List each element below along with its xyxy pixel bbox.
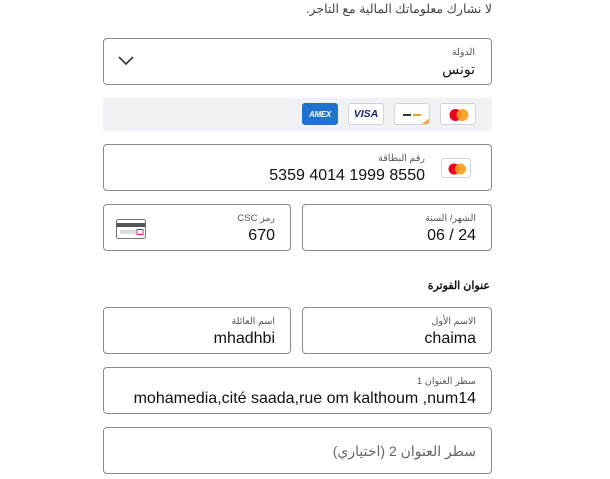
address-line1-label: سطر العنوان 1 [416, 376, 476, 387]
billing-address-title: عنوان الفوترة [427, 280, 490, 292]
expiry-value: 06 / 24 [427, 227, 476, 244]
last-name-value: mhadhbi [213, 330, 275, 347]
last-name-field[interactable]: اسم العائلة mhadhbi [103, 307, 291, 354]
card-number-label: رقم البطاقة [378, 153, 425, 164]
discover-icon [394, 103, 430, 125]
first-name-field[interactable]: الاسم الأول chaima [302, 307, 492, 354]
expiry-field[interactable]: الشهر/ السنة 06 / 24 [302, 204, 492, 251]
country-label: الدولة [451, 47, 475, 58]
accepted-cards-bar: AMEX VISA [103, 98, 492, 131]
last-name-label: اسم العائلة [231, 316, 275, 327]
amex-logo-text: AMEX [309, 109, 331, 119]
country-value: تونس [442, 61, 475, 77]
address-line1-value: mohamedia,cité saada,rue om kalthoum ,nu… [133, 390, 476, 407]
card-number-value: 5359 4014 1999 8550 [269, 167, 425, 184]
first-name-value: chaima [424, 330, 476, 347]
country-select[interactable]: الدولة تونس [103, 38, 492, 85]
mastercard-icon [441, 158, 471, 178]
card-back-icon [116, 219, 146, 239]
address-line2-field[interactable]: سطر العنوان 2 (اختياري) [103, 427, 492, 474]
visa-icon: VISA [348, 103, 384, 125]
card-number-field[interactable]: رقم البطاقة 5359 4014 1999 8550 [103, 144, 492, 191]
csc-label: رمز CSC [237, 213, 275, 224]
amex-icon: AMEX [302, 103, 338, 125]
csc-value: 670 [248, 227, 275, 244]
mastercard-icon [440, 103, 476, 125]
chevron-down-icon [118, 56, 134, 66]
visa-logo-text: VISA [353, 108, 379, 120]
expiry-label: الشهر/ السنة [425, 213, 476, 224]
first-name-label: الاسم الأول [431, 316, 476, 327]
privacy-notice: لا نشارك معلوماتك المالية مع التاجر. [305, 2, 492, 16]
csc-field[interactable]: رمز CSC 670 [103, 204, 291, 251]
address-line1-field[interactable]: سطر العنوان 1 mohamedia,cité saada,rue o… [103, 367, 492, 414]
address-line2-placeholder: سطر العنوان 2 (اختياري) [332, 443, 476, 459]
